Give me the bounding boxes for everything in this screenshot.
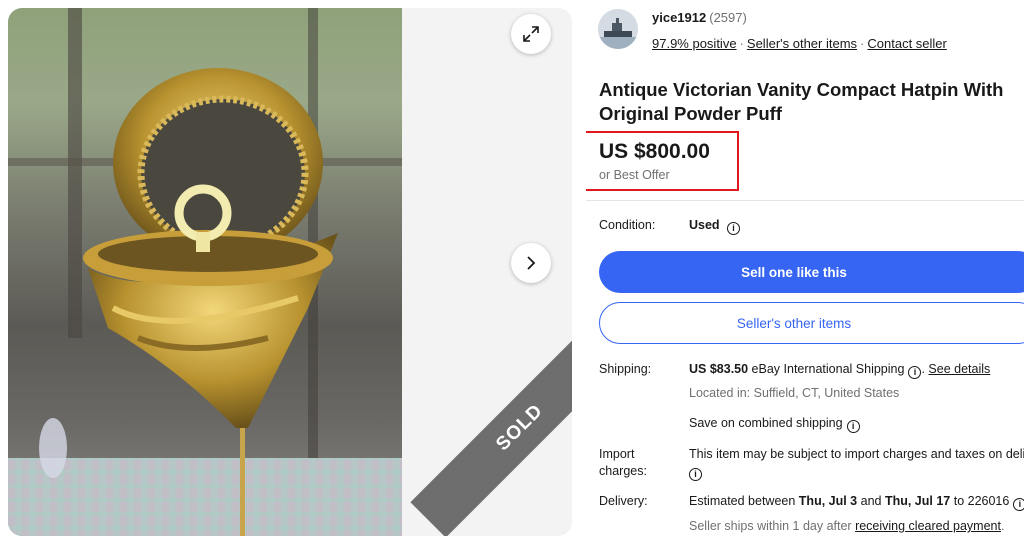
delivery-and: and — [857, 494, 885, 508]
sell-one-like-this-label: Sell one like this — [741, 264, 847, 280]
sellers-other-items-label: Seller's other items — [736, 315, 852, 331]
info-icon[interactable]: i — [1013, 498, 1024, 511]
seller-links: 97.9% positive · Seller's other items · Cont… — [652, 34, 947, 54]
delivery-date-from: Thu, Jul 3 — [798, 494, 858, 508]
contact-seller-link[interactable]: Contact seller — [867, 36, 946, 51]
hatpin-illustration — [8, 8, 402, 536]
sell-one-like-this-button[interactable]: Sell one like this — [599, 251, 1024, 293]
delivery-suffix: to 226016 — [950, 494, 1010, 508]
condition-value-row: Used i — [689, 217, 741, 235]
combined-shipping-row: Save on combined shipping i — [689, 415, 860, 433]
condition-label: Condition: — [599, 218, 656, 232]
seller-card: yice1912 (2597) 97.9% positive · Seller's o… — [598, 9, 947, 54]
info-icon[interactable]: i — [727, 222, 741, 235]
shipping-value: US $83.50 eBay International Shipping i. … — [689, 362, 991, 379]
divider — [586, 200, 1024, 201]
delivery-label: Delivery: — [599, 494, 648, 508]
expand-image-button[interactable] — [511, 14, 551, 54]
shipping-cost: US $83.50 — [689, 362, 749, 376]
item-location: Located in: Suffield, CT, United States — [689, 386, 900, 400]
import-label-line1: Import — [599, 447, 635, 461]
delivery-estimate: Estimated between Thu, Jul 3 and Thu, Ju… — [689, 493, 1024, 511]
ships-suffix: . — [1000, 519, 1005, 533]
condition-value: Used — [689, 218, 720, 232]
product-photo[interactable] — [8, 8, 402, 536]
seller-avatar[interactable] — [598, 9, 638, 49]
shipping-label: Shipping: — [599, 362, 652, 376]
info-icon[interactable]: i — [846, 420, 860, 433]
chevron-right-icon — [527, 256, 536, 270]
import-charges-label: Import charges: — [599, 446, 647, 480]
ship-avatar-icon — [598, 9, 638, 49]
delivery-date-to: Thu, Jul 17 — [884, 494, 951, 508]
item-title: Antique Victorian Vanity Compact Hatpin … — [599, 79, 1004, 124]
import-charges-text: This item may be subject to import charg… — [689, 447, 1024, 461]
next-image-button[interactable] — [511, 243, 551, 283]
info-icon[interactable]: i — [689, 468, 702, 481]
expand-arrows-icon — [523, 26, 539, 42]
seller-other-items-link[interactable]: Seller's other items — [747, 36, 857, 51]
separator-dot: · — [860, 36, 865, 51]
seller-name[interactable]: yice1912 — [652, 10, 706, 25]
separator-dot: · — [739, 36, 744, 51]
cleared-payment-link[interactable]: receiving cleared payment — [855, 519, 1001, 533]
item-price: US $800.00 — [599, 140, 710, 163]
best-offer-text: or Best Offer — [599, 168, 670, 182]
seller-feedback-count: (2597) — [709, 10, 747, 25]
import-info-row: i — [689, 463, 702, 481]
combined-shipping-text: Save on combined shipping — [689, 416, 843, 430]
listing-panel: yice1912 (2597) 97.9% positive · Seller's o… — [586, 0, 1024, 544]
handling-time: Seller ships within 1 day after receivin… — [689, 518, 1004, 535]
see-details-link[interactable]: See details — [928, 362, 990, 376]
seller-name-line: yice1912 (2597) — [652, 9, 947, 27]
ships-prefix: Seller ships within 1 day after — [689, 519, 856, 533]
sellers-other-items-button[interactable]: Seller's other items — [599, 302, 1024, 344]
seller-info: yice1912 (2597) 97.9% positive · Seller's o… — [652, 9, 947, 54]
seller-feedback-link[interactable]: 97.9% positive — [652, 36, 737, 51]
info-icon[interactable]: i — [908, 366, 922, 379]
import-label-line2: charges: — [599, 464, 647, 478]
shipping-method: eBay International Shipping — [748, 362, 905, 376]
delivery-prefix: Estimated between — [689, 494, 799, 508]
image-gallery — [8, 8, 572, 536]
